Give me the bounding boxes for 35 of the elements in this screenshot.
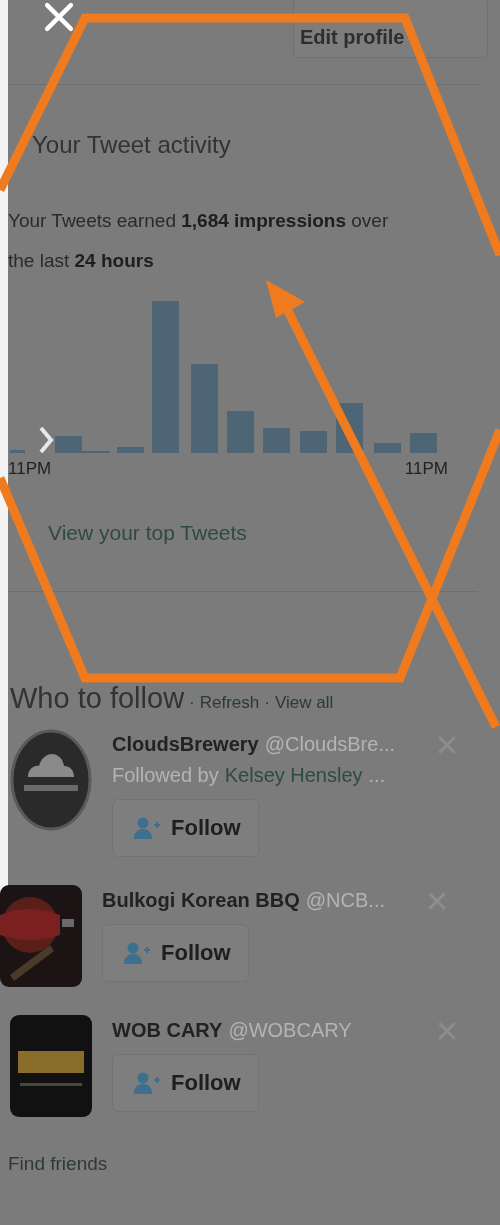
follow-button[interactable]: Follow [112, 799, 259, 857]
find-friends-link[interactable]: Find friends [8, 1153, 500, 1175]
header-link[interactable]: Refresh [199, 693, 260, 713]
bar [410, 433, 437, 453]
account-name[interactable]: Bulkogi Korean BBQ [102, 889, 300, 912]
axis-label: 11PM [404, 459, 448, 479]
close-icon[interactable] [42, 0, 76, 34]
account-handle: @NCB... [305, 889, 386, 912]
header-link[interactable]: View all [274, 693, 334, 713]
account-name[interactable]: WOB CARY [112, 1019, 223, 1042]
separator: · [189, 693, 195, 713]
bar [10, 450, 25, 453]
bar [300, 431, 327, 453]
bar [263, 428, 290, 453]
bar [227, 411, 254, 453]
follow-button[interactable]: Follow [102, 924, 249, 982]
bar [117, 447, 144, 453]
followed-by-label: Followed by [112, 764, 219, 787]
add-person-icon [133, 1071, 161, 1095]
add-person-icon [133, 816, 161, 840]
impressions-summary: Your Tweets earned 1,684 impressions over the last 24 hours [8, 209, 390, 273]
bar [374, 443, 401, 453]
follow-button[interactable]: Follow [112, 1054, 259, 1112]
axis-label: 11PM [8, 459, 52, 479]
account-handle: @WOBCARY [228, 1019, 353, 1042]
top-tweets-link[interactable]: View your top Tweets [48, 521, 500, 545]
add-person-icon [123, 941, 151, 965]
follower-link[interactable]: Kelsey Hensley [224, 764, 363, 787]
account-handle: @CloudsBre... [264, 733, 397, 756]
chevron-right-icon[interactable] [38, 425, 54, 455]
section-title: Your Tweet activity [32, 131, 232, 159]
separator: · [264, 693, 270, 713]
account-name[interactable]: CloudsBrewery [112, 733, 259, 756]
section-title: Who to follow [10, 682, 185, 715]
ellipsis: ... [368, 764, 386, 787]
